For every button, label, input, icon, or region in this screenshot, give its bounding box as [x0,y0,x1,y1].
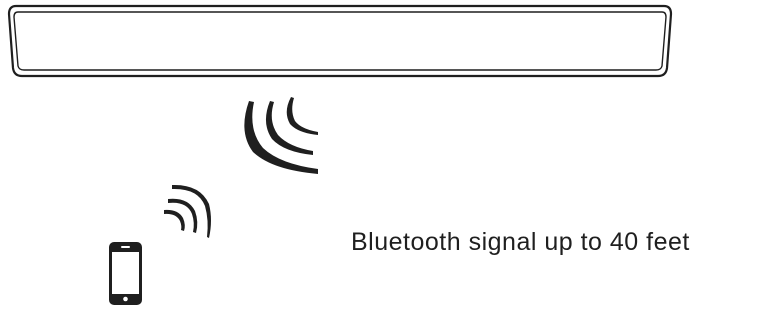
signal-waves-icon [244,97,318,174]
smartphone-icon [109,242,142,305]
bluetooth-range-diagram: Bluetooth signal up to 40 feet [0,0,757,309]
soundbar-icon [7,4,673,78]
signal-waves-icon [164,184,211,238]
range-caption: Bluetooth signal up to 40 feet [351,228,690,256]
